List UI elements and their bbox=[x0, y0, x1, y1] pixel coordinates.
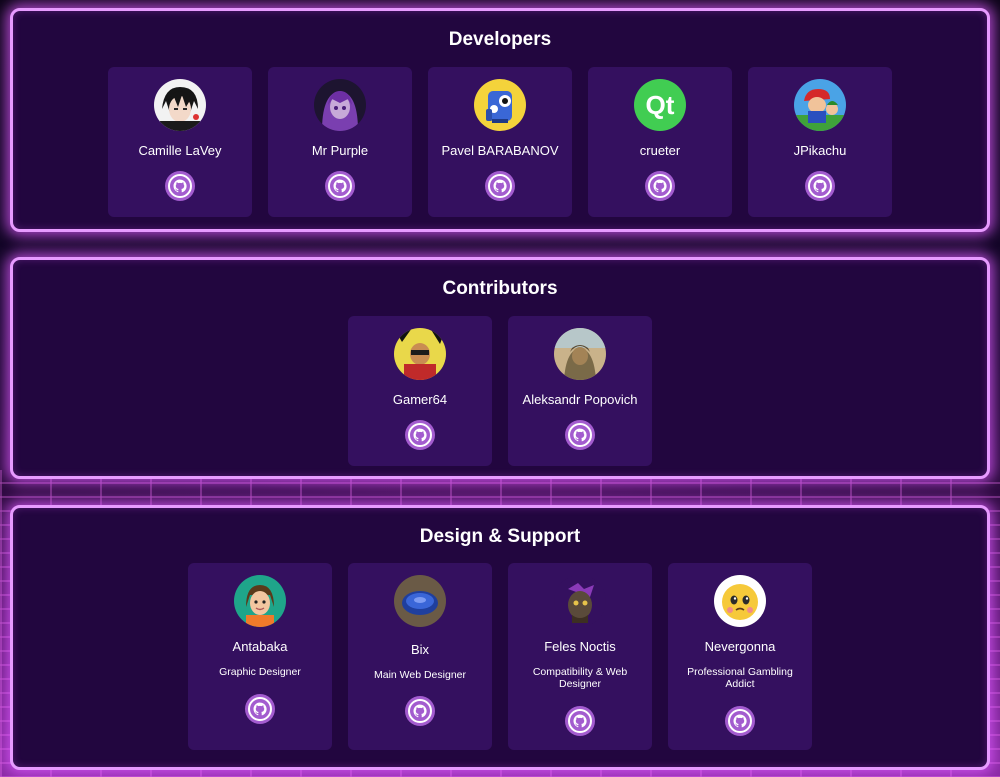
member-card: Antabaka Graphic Designer bbox=[188, 563, 332, 750]
member-name: Pavel BARABANOV bbox=[441, 143, 559, 158]
purple-anime-character-avatar-icon bbox=[314, 79, 366, 131]
github-icon bbox=[728, 709, 752, 733]
contributors-section: Contributors Gamer64 Aleksandr Popovich bbox=[10, 257, 990, 479]
member-name: Aleksandr Popovich bbox=[522, 392, 638, 407]
github-icon bbox=[168, 174, 192, 198]
github-icon bbox=[408, 699, 432, 723]
member-card: Qt crueter bbox=[588, 67, 732, 217]
github-icon bbox=[568, 709, 592, 733]
member-role: Compatibility & Web Designer bbox=[532, 666, 628, 690]
member-card: Aleksandr Popovich bbox=[508, 316, 652, 466]
github-link[interactable] bbox=[565, 420, 595, 450]
mii-avatar-icon bbox=[234, 575, 286, 627]
yellow-emoji-avatar-icon bbox=[714, 575, 766, 627]
github-link[interactable] bbox=[485, 171, 515, 201]
blue-disc-avatar-icon bbox=[394, 575, 446, 627]
qt-logo-avatar-icon: Qt bbox=[634, 79, 686, 131]
member-role: Professional Gambling Addict bbox=[687, 666, 793, 690]
github-icon bbox=[488, 174, 512, 198]
github-icon bbox=[248, 697, 272, 721]
github-link[interactable] bbox=[805, 171, 835, 201]
desert-character-avatar-icon bbox=[554, 328, 606, 380]
member-card: Pavel BARABANOV bbox=[428, 67, 572, 217]
github-link[interactable] bbox=[405, 420, 435, 450]
mario-avatar-icon bbox=[794, 79, 846, 131]
section-title: Contributors bbox=[442, 278, 558, 299]
member-card: Nevergonna Professional Gambling Addict bbox=[668, 563, 812, 750]
contributors-cards: Gamer64 Aleksandr Popovich bbox=[13, 316, 987, 466]
github-icon bbox=[808, 174, 832, 198]
github-link[interactable] bbox=[645, 171, 675, 201]
github-link[interactable] bbox=[245, 694, 275, 724]
github-link[interactable] bbox=[725, 706, 755, 736]
github-icon bbox=[408, 423, 432, 447]
member-name: Bix bbox=[410, 642, 430, 657]
developers-section: Developers Camille LaVey Mr Purple Pavel… bbox=[10, 8, 990, 232]
member-name: Gamer64 bbox=[392, 392, 448, 407]
member-name: crueter bbox=[639, 143, 681, 158]
member-card: Bix Main Web Designer bbox=[348, 563, 492, 750]
github-icon bbox=[568, 423, 592, 447]
anime-character-avatar-icon bbox=[154, 79, 206, 131]
svg-text:Qt: Qt bbox=[646, 90, 675, 120]
developers-cards: Camille LaVey Mr Purple Pavel BARABANOV … bbox=[13, 67, 987, 217]
design-support-section: Design & Support Antabaka Graphic Design… bbox=[10, 505, 990, 770]
github-icon bbox=[648, 174, 672, 198]
member-name: Nevergonna bbox=[704, 639, 776, 654]
github-link[interactable] bbox=[405, 696, 435, 726]
github-icon bbox=[328, 174, 352, 198]
member-name: Mr Purple bbox=[311, 143, 369, 158]
member-card: Mr Purple bbox=[268, 67, 412, 217]
member-role: Graphic Designer bbox=[219, 666, 301, 678]
purple-creature-avatar-icon bbox=[554, 575, 606, 627]
member-name: Camille LaVey bbox=[138, 143, 222, 158]
member-card: Camille LaVey bbox=[108, 67, 252, 217]
blue-robot-avatar-icon bbox=[474, 79, 526, 131]
github-link[interactable] bbox=[165, 171, 195, 201]
member-card: Feles Noctis Compatibility & Web Designe… bbox=[508, 563, 652, 750]
section-title: Design & Support bbox=[419, 526, 581, 547]
member-role: Main Web Designer bbox=[373, 669, 466, 681]
section-title: Developers bbox=[448, 29, 552, 50]
design-support-cards: Antabaka Graphic Designer Bix Main Web D… bbox=[13, 563, 987, 750]
github-link[interactable] bbox=[565, 706, 595, 736]
member-name: Antabaka bbox=[232, 639, 288, 654]
member-name: JPikachu bbox=[793, 143, 847, 158]
github-link[interactable] bbox=[325, 171, 355, 201]
member-card: Gamer64 bbox=[348, 316, 492, 466]
member-card: JPikachu bbox=[748, 67, 892, 217]
member-name: Feles Noctis bbox=[544, 639, 616, 654]
gamer-avatar-icon bbox=[394, 328, 446, 380]
